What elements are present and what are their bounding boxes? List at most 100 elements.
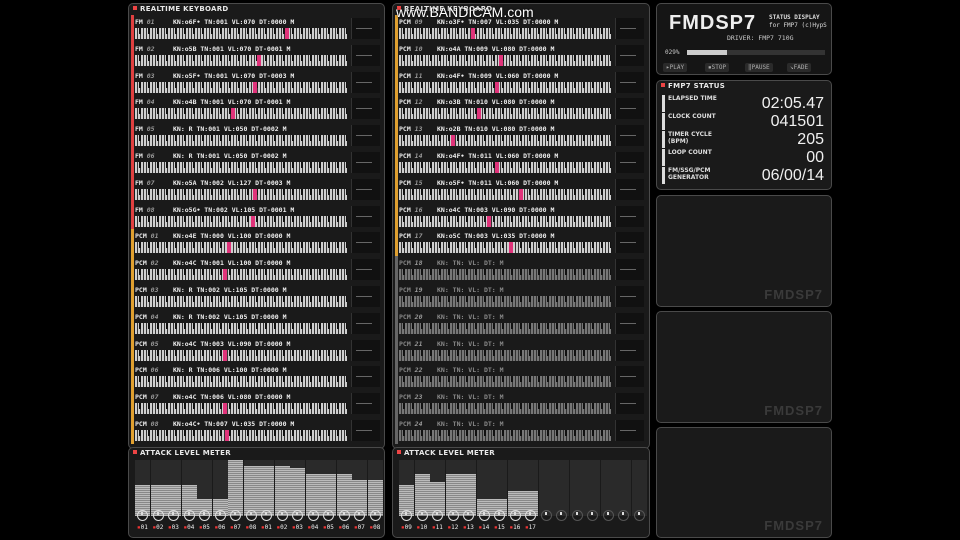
channel-name: PCM 19 (399, 286, 437, 294)
channel-knob-icon[interactable] (137, 510, 148, 521)
empty-panel-1: FMDSP7 (656, 195, 832, 307)
channel-row: PCM 04 KN: R TN:002 VL:105 DT:0000 M (131, 309, 383, 337)
channel-knob-icon[interactable] (245, 510, 257, 521)
mini-scope (615, 18, 644, 39)
mini-scope (615, 393, 644, 415)
channel-knob-icon[interactable] (214, 510, 226, 521)
channel-name: PCM 23 (399, 393, 437, 401)
channel-number: 04 (150, 312, 159, 321)
progress-bar[interactable] (687, 50, 825, 55)
channel-info: KN:o4C TN:003 VL:090 DT:0000 M (173, 339, 291, 348)
channel-knob-icon[interactable] (168, 510, 179, 521)
meter-channel-label: ▪01 (137, 524, 148, 531)
channel-row: FM 04 KN:o4B TN:001 VL:070 DT-0001 M (131, 95, 383, 123)
channel-row: PCM 15 KN:o5F• TN:011 VL:060 DT:0000 M (395, 175, 647, 203)
channel-knob-icon[interactable] (323, 510, 334, 521)
channel-color-tag (131, 229, 134, 257)
channel-info: KN:o5B TN:001 VL:070 DT-0001 M (173, 44, 291, 53)
channel-info: KN:o4C• TN:007 VL:035 DT:0000 M (173, 420, 295, 428)
meter-bar (259, 465, 274, 516)
pressed-key (471, 28, 475, 39)
meter-label-text: 13 (466, 524, 474, 531)
channel-knob-icon[interactable] (432, 510, 443, 521)
channel-color-tag (131, 41, 134, 69)
channel-knob-icon[interactable] (276, 510, 288, 521)
channel-knob-icon[interactable] (556, 510, 567, 521)
channel-number: 01 (146, 18, 155, 26)
channel-number: 13 (414, 125, 423, 134)
channel-number: 05 (150, 339, 159, 348)
stop-button[interactable]: ▪STOP (705, 63, 730, 72)
piano-keyboard (399, 403, 611, 415)
mini-scope (615, 286, 644, 307)
channel-number: 04 (146, 98, 155, 107)
mini-scope (351, 286, 380, 307)
channel-color-tag (395, 309, 398, 337)
channel-name: FM 05 (135, 125, 173, 133)
channel-knob-icon[interactable] (463, 510, 474, 521)
channel-knob-icon[interactable] (478, 510, 490, 521)
channel-row: FM 06 KN: R TN:001 VL:050 DT-0002 M (131, 149, 383, 176)
channel-knob-icon[interactable] (602, 510, 614, 521)
channel-knob-icon[interactable] (261, 510, 272, 521)
fade-button[interactable]: ↘FADE (787, 63, 812, 72)
channel-knob-icon[interactable] (307, 510, 319, 521)
channel-type: FM (135, 18, 143, 26)
pressed-key (285, 28, 289, 39)
channel-knob-icon[interactable] (447, 510, 459, 521)
play-button[interactable]: ▸PLAY (663, 63, 688, 72)
channel-knob-icon[interactable] (416, 510, 428, 521)
status-display-subtitle: STATUS DISPLAY (769, 14, 820, 21)
channel-color-tag (131, 336, 134, 364)
pressed-key (223, 349, 227, 361)
channel-knob-icon[interactable] (199, 510, 210, 521)
channel-color-tag (131, 95, 134, 123)
channel-knob-icon[interactable] (509, 510, 521, 521)
channel-name: FM 08 (135, 206, 173, 214)
channel-info: KN:o4A TN:009 VL:080 DT:0000 M (437, 44, 555, 53)
pressed-key (227, 242, 231, 254)
channel-number: 03 (150, 286, 159, 294)
channel-name: FM 03 (135, 72, 173, 80)
meter-label-text: 17 (528, 524, 536, 531)
channel-knob-icon[interactable] (338, 510, 350, 521)
channel-knob-icon[interactable] (587, 510, 598, 521)
channel-knob-icon[interactable] (525, 510, 536, 521)
panel-watermark-1: FMDSP7 (764, 287, 823, 302)
channel-row: PCM 18 KN: TN: VL: DT: M (395, 256, 647, 284)
scope-line (356, 430, 372, 431)
channel-knob-icon[interactable] (633, 510, 645, 521)
channel-knob-icon[interactable] (571, 510, 583, 521)
pressed-key (223, 269, 227, 281)
channel-knob-icon[interactable] (540, 510, 552, 521)
channel-number: 02 (150, 259, 159, 268)
channel-knob-icon[interactable] (494, 510, 505, 521)
channel-info: KN: TN: VL: DT: M (437, 420, 504, 428)
channel-knob-icon[interactable] (152, 510, 164, 521)
channel-row: FM 01 KN:o6F• TN:001 VL:070 DT:0000 M (131, 15, 383, 42)
channel-name: FM 02 (135, 45, 173, 53)
channel-knob-icon[interactable] (354, 510, 365, 521)
channel-knob-icon[interactable] (292, 510, 303, 521)
channel-number: 03 (146, 71, 155, 80)
channel-name: PCM 01 (135, 232, 173, 240)
channel-name: PCM 08 (135, 420, 173, 428)
mini-scope (615, 71, 644, 93)
channel-knob-icon[interactable] (401, 510, 412, 521)
elapsed-time-value: 02:05.47 (761, 95, 824, 112)
channel-row: PCM 05 KN:o4C TN:003 VL:090 DT:0000 M (131, 336, 383, 364)
channel-knob-icon[interactable] (618, 510, 629, 521)
channel-info: KN:o2B TN:010 VL:080 DT:0000 M (437, 125, 555, 134)
pause-button[interactable]: ‖PAUSE (745, 63, 773, 72)
channel-knob-icon[interactable] (230, 510, 241, 521)
meter-slot (600, 460, 616, 516)
channel-knob-icon[interactable] (183, 510, 195, 521)
channel-knob-icon[interactable] (369, 510, 381, 521)
scope-line (356, 162, 372, 163)
channel-color-tag (395, 68, 398, 96)
channel-info: KN:o5G• TN:002 VL:105 DT-0001 M (173, 205, 295, 214)
left-keyboard-panel: REALTIME KEYBOARD FM 01 KN:o6F• TN:001 VL… (128, 3, 385, 449)
pressed-key (495, 81, 499, 93)
channel-type: PCM (399, 259, 411, 268)
channel-info: KN: TN: VL: DT: M (437, 312, 504, 321)
